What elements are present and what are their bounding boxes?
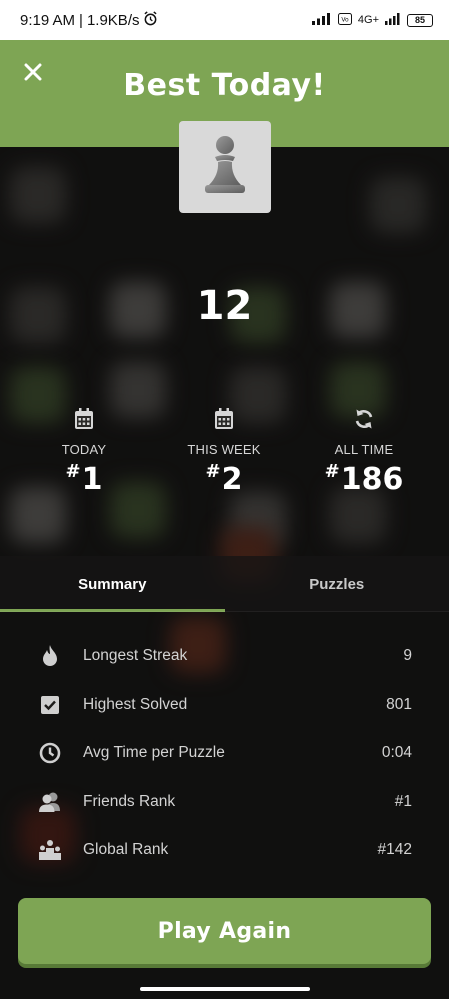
clock-icon (38, 741, 62, 765)
volte-icon: Vo (337, 12, 352, 28)
stat-all-time: ALL TIME #186 (304, 408, 424, 497)
home-indicator[interactable] (140, 987, 310, 991)
stat-today-value: #1 (65, 461, 103, 497)
stat-today: TODAY #1 (24, 408, 144, 497)
stat-today-label: TODAY (61, 442, 107, 457)
list-item: Global Rank #142 (0, 826, 449, 875)
signal-icon-2 (385, 12, 401, 28)
list-item: Friends Rank #1 (0, 778, 449, 827)
tab-bar: Summary Puzzles (0, 556, 449, 612)
battery-icon: 85 (407, 13, 433, 27)
stat-this-week-value: #2 (205, 461, 243, 497)
summary-list: Longest Streak 9 Highest Solved 801 Avg … (0, 632, 449, 875)
summary-label: Highest Solved (83, 695, 188, 713)
battery-level: 85 (414, 15, 425, 25)
stat-all-time-value: #186 (324, 461, 404, 497)
friends-icon (38, 790, 62, 814)
stat-this-week: THIS WEEK #2 (164, 408, 284, 497)
list-item: Highest Solved 801 (0, 681, 449, 730)
status-speed: 1.9KB/s (86, 11, 140, 29)
summary-label: Global Rank (83, 841, 169, 859)
checkbox-icon (38, 693, 62, 717)
page-title: Best Today! (123, 68, 326, 103)
alarm-icon (143, 10, 158, 30)
play-again-button[interactable]: Play Again (18, 898, 431, 964)
podium-icon (38, 838, 62, 862)
flame-icon (38, 644, 62, 668)
score-value: 12 (196, 283, 253, 329)
summary-value: #142 (377, 841, 412, 859)
calendar-icon (24, 408, 144, 434)
status-time: 9:19 AM (20, 11, 76, 29)
signal-icon (311, 12, 332, 28)
status-left: 9:19 AM | 1.9KB/s (20, 10, 158, 30)
summary-label: Avg Time per Puzzle (83, 744, 225, 762)
summary-value: 9 (403, 647, 412, 665)
summary-value: #1 (394, 792, 412, 810)
summary-value: 0:04 (381, 744, 412, 762)
stat-all-time-label: ALL TIME (334, 442, 394, 457)
stat-this-week-label: THIS WEEK (187, 442, 261, 457)
summary-value: 801 (386, 695, 412, 713)
tab-divider (0, 611, 449, 612)
summary-label: Longest Streak (83, 647, 188, 665)
pawn-card (179, 121, 271, 213)
tab-puzzles[interactable]: Puzzles (225, 556, 449, 612)
calendar-icon (164, 408, 284, 434)
refresh-icon (304, 408, 424, 434)
summary-label: Friends Rank (83, 792, 176, 810)
network-label: 4G+ (357, 14, 379, 26)
svg-text:Vo: Vo (341, 16, 349, 23)
status-bar: 9:19 AM | 1.9KB/s Vo 4G+ 85 (0, 0, 449, 40)
list-item: Avg Time per Puzzle 0:04 (0, 729, 449, 778)
pawn-icon (197, 133, 253, 201)
tab-summary[interactable]: Summary (0, 556, 225, 612)
list-item: Longest Streak 9 (0, 632, 449, 681)
status-right: Vo 4G+ 85 (311, 12, 433, 28)
